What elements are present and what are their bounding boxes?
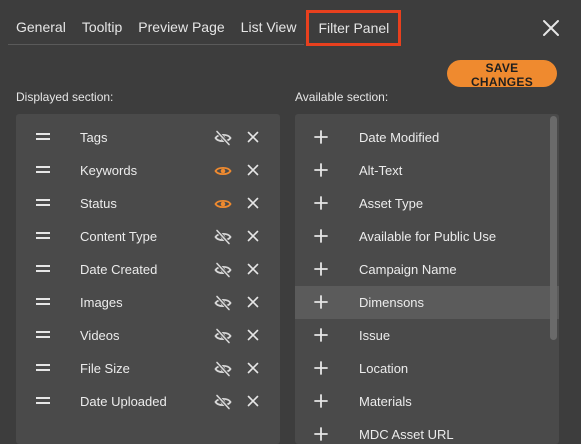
available-item-label: Asset Type xyxy=(359,196,424,211)
available-item-alt-text[interactable]: Alt-Text xyxy=(295,154,559,187)
plus-icon[interactable] xyxy=(314,229,328,243)
drag-handle-icon[interactable] xyxy=(36,263,50,275)
displayed-item-date-created: Date Created xyxy=(16,253,280,286)
plus-icon[interactable] xyxy=(314,295,328,309)
drag-handle-icon[interactable] xyxy=(36,362,50,374)
eye-off-icon[interactable] xyxy=(214,261,232,279)
displayed-item-videos: Videos xyxy=(16,319,280,352)
eye-off-icon[interactable] xyxy=(214,327,232,345)
plus-icon[interactable] xyxy=(314,262,328,276)
drag-handle-icon[interactable] xyxy=(36,395,50,407)
displayed-item-label: File Size xyxy=(80,361,130,376)
tab-filter-panel[interactable]: Filter Panel xyxy=(306,10,402,46)
remove-x-icon[interactable] xyxy=(247,164,259,176)
available-item-issue[interactable]: Issue xyxy=(295,319,559,352)
displayed-item-tags: Tags xyxy=(16,121,280,154)
plus-icon[interactable] xyxy=(314,427,328,441)
plus-icon[interactable] xyxy=(314,328,328,342)
displayed-item-label: Videos xyxy=(80,328,120,343)
remove-x-icon[interactable] xyxy=(247,395,259,407)
available-item-label: Date Modified xyxy=(359,130,440,145)
drag-handle-icon[interactable] xyxy=(36,131,50,143)
drag-handle-icon[interactable] xyxy=(36,329,50,341)
tab-preview-page[interactable]: Preview Page xyxy=(130,10,233,45)
remove-x-icon[interactable] xyxy=(247,263,259,275)
eye-off-icon[interactable] xyxy=(214,228,232,246)
remove-x-icon[interactable] xyxy=(247,197,259,209)
available-item-mdc-asset-url[interactable]: MDC Asset URL xyxy=(295,418,559,444)
tab-list-view[interactable]: List View xyxy=(232,10,305,45)
eye-off-icon[interactable] xyxy=(214,393,232,411)
available-item-date-modified[interactable]: Date Modified xyxy=(295,121,559,154)
drag-handle-icon[interactable] xyxy=(36,164,50,176)
eye-off-icon[interactable] xyxy=(214,294,232,312)
displayed-item-label: Images xyxy=(80,295,123,310)
displayed-item-label: Status xyxy=(80,196,117,211)
available-section-title: Available section: xyxy=(295,90,389,104)
displayed-item-label: Date Uploaded xyxy=(80,394,167,409)
drag-handle-icon[interactable] xyxy=(36,296,50,308)
remove-x-icon[interactable] xyxy=(247,329,259,341)
available-item-label: Materials xyxy=(359,394,412,409)
displayed-item-label: Content Type xyxy=(80,229,158,244)
available-item-label: Available for Public Use xyxy=(359,229,497,244)
available-item-location[interactable]: Location xyxy=(295,352,559,385)
eye-icon[interactable] xyxy=(214,162,232,180)
available-item-label: Campaign Name xyxy=(359,262,457,277)
available-item-label: Alt-Text xyxy=(359,163,403,178)
remove-x-icon[interactable] xyxy=(247,131,259,143)
displayed-item-status: Status xyxy=(16,187,280,220)
drag-handle-icon[interactable] xyxy=(36,230,50,242)
eye-off-icon[interactable] xyxy=(214,129,232,147)
tab-tooltip[interactable]: Tooltip xyxy=(73,10,131,45)
displayed-item-label: Keywords xyxy=(80,163,138,178)
available-item-label: Location xyxy=(359,361,409,376)
displayed-item-images: Images xyxy=(16,286,280,319)
eye-off-icon[interactable] xyxy=(214,360,232,378)
available-item-materials[interactable]: Materials xyxy=(295,385,559,418)
plus-icon[interactable] xyxy=(314,196,328,210)
plus-icon[interactable] xyxy=(314,130,328,144)
available-item-campaign-name[interactable]: Campaign Name xyxy=(295,253,559,286)
remove-x-icon[interactable] xyxy=(247,362,259,374)
plus-icon[interactable] xyxy=(314,163,328,177)
displayed-section-title: Displayed section: xyxy=(16,90,114,104)
available-item-dimensons[interactable]: Dimensons xyxy=(295,286,559,319)
available-item-label: MDC Asset URL xyxy=(359,427,454,442)
remove-x-icon[interactable] xyxy=(247,296,259,308)
save-changes-button[interactable]: SAVE CHANGES xyxy=(447,60,557,89)
settings-tab-bar: General Tooltip Preview Page List View F… xyxy=(8,10,402,46)
available-item-label: Dimensons xyxy=(359,295,425,310)
available-item-available-for-public-use[interactable]: Available for Public Use xyxy=(295,220,559,253)
available-item-label: Issue xyxy=(359,328,391,343)
displayed-item-file-size: File Size xyxy=(16,352,280,385)
available-section-list: Date Modified Alt-Text Asset Type Available… xyxy=(295,114,559,444)
available-list-scrollbar[interactable] xyxy=(550,116,557,340)
tab-general[interactable]: General xyxy=(8,10,74,45)
eye-icon[interactable] xyxy=(214,195,232,213)
plus-icon[interactable] xyxy=(314,394,328,408)
displayed-item-date-uploaded: Date Uploaded xyxy=(16,385,280,418)
plus-icon[interactable] xyxy=(314,361,328,375)
close-icon[interactable] xyxy=(541,18,561,38)
displayed-item-label: Date Created xyxy=(80,262,158,277)
available-item-asset-type[interactable]: Asset Type xyxy=(295,187,559,220)
displayed-section-list: Tags Keywords Status Content Type Date Creat… xyxy=(16,114,280,444)
displayed-item-label: Tags xyxy=(80,130,108,145)
drag-handle-icon[interactable] xyxy=(36,197,50,209)
remove-x-icon[interactable] xyxy=(247,230,259,242)
displayed-item-content-type: Content Type xyxy=(16,220,280,253)
displayed-item-keywords: Keywords xyxy=(16,154,280,187)
